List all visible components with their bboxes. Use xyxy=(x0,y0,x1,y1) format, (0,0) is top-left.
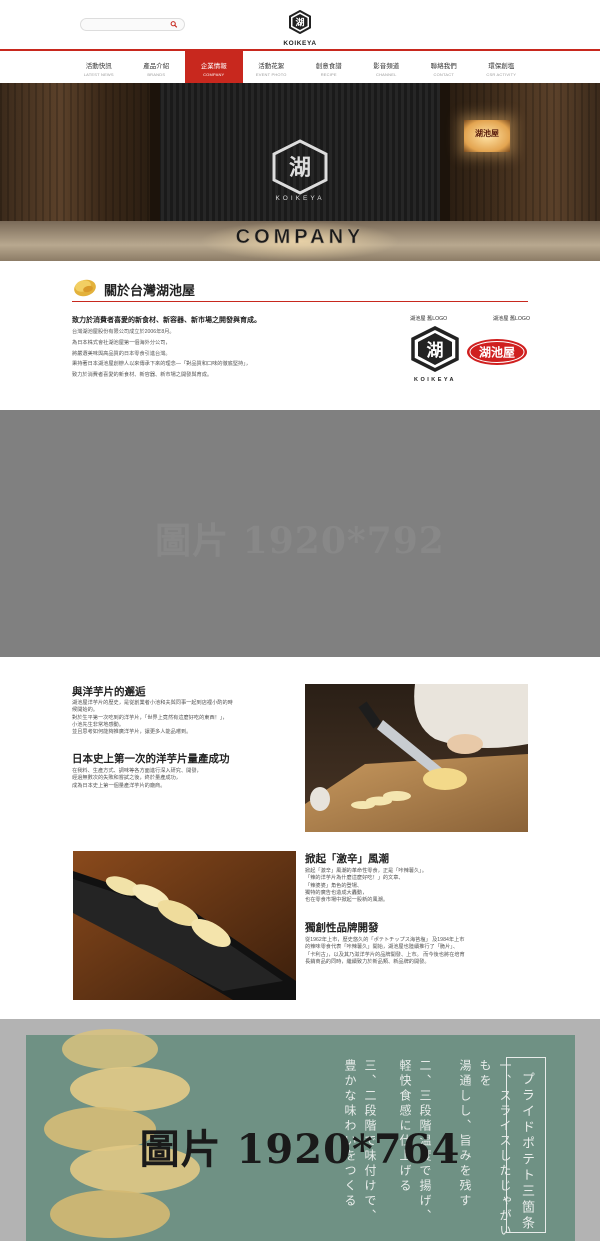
paragraph-line: 為日本株式會社湖池屋第一個海外分公司， xyxy=(72,339,171,346)
mass-production-paragraph: 在我料、生產方式、調味等各方面進行深入研究、開發， 經過無數次的失敗和嘗試之後，終… xyxy=(72,768,202,790)
hero-title: COMPANY xyxy=(235,226,365,249)
main-nav: 活動快訊 LATEST NEWS 產品介紹 BRANDS 企業情報 COMPANY 活動花絮… xyxy=(0,49,600,83)
brand-development-paragraph: 從1962年上市，歷史悠久的「ポテトチップス海苔塩」 及1984年上市 的辣味零食… xyxy=(305,937,465,966)
nav-item-label: 活動快訊 xyxy=(85,63,112,70)
nav-item-sublabel: CSR ACTIVITY xyxy=(486,72,517,77)
paragraph-line: 台灣湖池屋股份有限公司成立於2006年8月。 xyxy=(72,329,175,335)
logo-labels: 湖池屋 舊LOGO 湖池屋 舊LOGO xyxy=(410,315,530,322)
paragraph-line: 「卡利古」，以及其乃滋洋芋片的品牌開發、上市。 而今後也將在培育 xyxy=(305,951,465,958)
old-logo-hex-icon: 湖 xyxy=(411,326,459,372)
about-subtitle: 致力於消費者喜愛的新食材、新容器、新市場之開發與育成。 xyxy=(72,317,261,324)
paragraph-line: 經過無數次的失敗和嘗試之後，終於量產成功， xyxy=(72,775,181,782)
nav-item-sublabel: CONTACT xyxy=(433,72,454,77)
nav-item-label: 產品介紹 xyxy=(143,63,170,70)
koikeya-logo-icon: 湖 xyxy=(289,9,311,35)
paragraph-line: 候開始的。 xyxy=(72,707,98,714)
nav-item-label: 聯絡我們 xyxy=(430,63,457,70)
old-logo-label: 湖池屋 舊LOGO xyxy=(410,316,448,322)
nav-item-sublabel: EVENT PHOTO xyxy=(255,72,287,77)
nav-item-sublabel: BRANDS xyxy=(147,72,166,77)
encounter-title: 與洋芋片的邂逅 xyxy=(72,686,146,698)
nav-item-contact[interactable]: 聯絡我們 CONTACT xyxy=(415,51,473,83)
nav-item-label: 企業情報 xyxy=(200,63,227,70)
header: 湖 KOIKEYA xyxy=(0,0,600,50)
nav-item-label: 創意食譜 xyxy=(315,63,342,70)
mass-production-title: 日本史上第一次的洋芋片量產成功 xyxy=(72,753,230,765)
site-logo[interactable]: 湖 KOIKEYA xyxy=(280,9,320,47)
chef-slicing-potato-photo xyxy=(305,684,528,832)
image-placeholder-2: 一、スライスしたじゃがいもを 湯通しし、旨みを残す 二、三段階温度で揚げ、 軽快食感… xyxy=(0,1019,600,1241)
new-logo-text: 湖池屋 xyxy=(479,345,515,360)
placeholder-1-label: 圖片 1920*792 xyxy=(155,520,445,562)
search-input[interactable] xyxy=(81,25,169,37)
svg-text:湖: 湖 xyxy=(289,156,311,181)
about-section: 關於台灣湖池屋 致力於消費者喜愛的新食材、新容器、新市場之開發與育成。 台灣湖池… xyxy=(0,270,600,410)
placeholder-2-label: 圖片 1920*764 xyxy=(139,1126,461,1173)
paragraph-line: 致力於消費者喜愛的新食材、新容器、新市場之開發與育成。 xyxy=(72,372,213,379)
spicy-trend-paragraph: 掀起「激辛」風潮的革命性零食，正是「咔辣薯久」。 「辣的洋芋片為什麼這麼好吃！」的… xyxy=(305,868,427,904)
nav-item-channel[interactable]: 影音頻道 CHANNEL xyxy=(358,51,416,83)
paragraph-line: 對於生平第一次吃到的洋芋片，「世界上竟然有這麼好吃的東西！」， xyxy=(72,714,228,721)
nav-item-label: 活動花絮 xyxy=(258,63,285,70)
paragraph-line: 也在零食市場中掀起一股新的風潮。 xyxy=(305,897,389,904)
paragraph-line: 的辣味零食代表「咔辣薯久」開始，湖池屋也陸續推行了「脆片」、 xyxy=(305,944,459,951)
hero-emblem-text: KOIKEYA xyxy=(275,195,325,202)
story-section: 與洋芋片的邂逅 湖池屋洋芋片的歷史，是從創業者小池和夫與同事一起到店裡小酌的時候… xyxy=(0,657,600,1019)
nav-item-sublabel: RECIPE xyxy=(320,72,337,77)
hero-shop-lamp: 湖池屋 xyxy=(464,120,510,152)
nav-item-label: 環保創塩 xyxy=(488,63,515,70)
nav-item-sublabel: COMPANY xyxy=(203,72,225,77)
about-heading: 關於台灣湖池屋 xyxy=(72,276,528,302)
search-icon[interactable] xyxy=(170,20,178,29)
nav-item-sublabel: LATEST NEWS xyxy=(83,72,114,77)
about-title: 關於台灣湖池屋 xyxy=(104,283,196,298)
hero-emblem-icon: 湖 xyxy=(272,139,328,195)
old-logo: 湖 KOIKEYA xyxy=(410,326,460,383)
nav-item-recipe[interactable]: 創意食譜 RECIPE xyxy=(300,51,358,83)
svg-text:湖: 湖 xyxy=(427,341,444,361)
paragraph-line: 秉持著日本湖池屋創辦人以來傳承下來的理念―「對品質和口味的徹底堅持」， xyxy=(72,361,251,368)
hero-banner: 湖 KOIKEYA 湖池屋 COMPANY xyxy=(0,83,600,261)
logo-text: KOIKEYA xyxy=(283,40,317,47)
paragraph-line: 成為日本史上第一個量產洋芋片的廠商。 xyxy=(72,782,166,789)
brand-development-title: 獨創性品牌開發 xyxy=(305,922,379,934)
nav-item-event-photo[interactable]: 活動花絮 EVENT PHOTO xyxy=(243,51,301,83)
nav-item-brands[interactable]: 產品介紹 BRANDS xyxy=(128,51,186,83)
svg-text:湖: 湖 xyxy=(295,17,304,29)
nav-item-sublabel: CHANNEL xyxy=(375,72,397,77)
nav-item-csr-activity[interactable]: 環保創塩 CSR ACTIVITY xyxy=(473,51,531,83)
nav-items: 活動快訊 LATEST NEWS 產品介紹 BRANDS 企業情報 COMPANY 活動花絮… xyxy=(70,51,530,83)
hero-lamp-text: 湖池屋 xyxy=(475,129,499,138)
paragraph-line: 將嚴選美味與高品質的日本零食引進台灣。 xyxy=(72,350,171,357)
old-logo-text: KOIKEYA xyxy=(413,377,457,383)
search-box[interactable] xyxy=(80,18,185,37)
nav-item-company[interactable]: 企業情報 COMPANY xyxy=(185,51,243,83)
potato-chip-icon xyxy=(74,279,96,297)
paragraph-line: 並且思考如何能夠推廣洋芋片，讓更多人能品嚐到。 xyxy=(72,729,192,736)
spicy-trend-title: 掀起「激辛」風潮 xyxy=(305,853,389,865)
paragraph-line: 「辣婆婆」角色的登場、 xyxy=(305,882,363,889)
paragraph-line: 長銷商品的同時，繼續致力於新品類、新品牌的開發。 xyxy=(305,958,430,965)
nav-item-latest-news[interactable]: 活動快訊 LATEST NEWS xyxy=(70,51,128,83)
encounter-paragraph: 湖池屋洋芋片的歷史，是從創業者小池和夫與同事一起到店裡小酌的時 候開始的。 對於生平… xyxy=(72,700,233,736)
chips-on-plate-photo xyxy=(73,851,296,1000)
new-logo-icon: 湖池屋 xyxy=(467,339,527,365)
image-placeholder-1: 圖片 1920*792 xyxy=(0,410,600,657)
about-paragraph: 台灣湖池屋股份有限公司成立於2006年8月。 為日本株式會社湖池屋第一個海外分公司… xyxy=(72,327,342,381)
new-logo-label: 湖池屋 舊LOGO xyxy=(492,316,530,322)
paragraph-line: 「辣的洋芋片為什麼這麼好吃！」的文章、 xyxy=(305,875,404,882)
nav-item-label: 影音頻道 xyxy=(373,63,400,70)
